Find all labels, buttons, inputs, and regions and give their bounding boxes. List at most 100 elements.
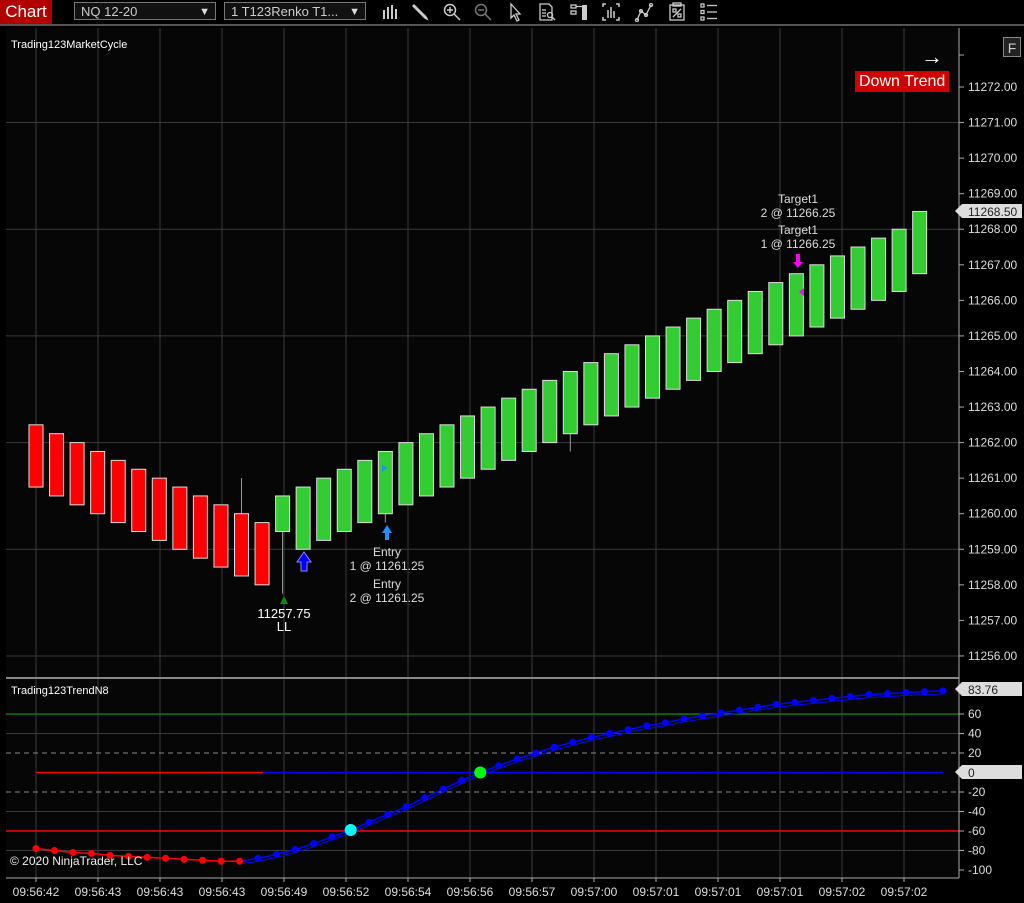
entry2-detail: 2 @ 11261.25 [350, 591, 425, 605]
indicator-label: -100 [968, 863, 992, 877]
down-bar [110, 459, 126, 524]
cross-dot-cyan [344, 824, 357, 837]
down-bar [28, 424, 44, 488]
indicator-dot [735, 706, 743, 714]
up-bar [809, 264, 825, 328]
up-bar [295, 486, 311, 550]
up-bar [316, 477, 332, 541]
price-label: 11271.00 [968, 116, 1017, 130]
down-bar [90, 450, 106, 515]
price-panel-title: Trading123MarketCycle [11, 39, 128, 51]
zoom-out-icon[interactable] [473, 2, 493, 22]
down-bar [131, 468, 147, 532]
price-label: 11267.00 [968, 258, 1017, 272]
down-bar [254, 522, 270, 586]
entry1-detail: 1 @ 11261.25 [350, 559, 425, 573]
indicator-dot [791, 698, 799, 706]
time-label: 09:56:52 [323, 885, 370, 899]
price-label: 11258.00 [968, 578, 1017, 592]
chart-tab[interactable]: Chart [0, 0, 52, 24]
price-label: 11259.00 [968, 542, 1017, 556]
up-bar [829, 255, 845, 319]
down-bar [69, 442, 85, 506]
pointer-icon[interactable] [506, 2, 526, 22]
zoom-in-icon[interactable] [442, 2, 462, 22]
indicator-dot [680, 715, 688, 723]
price-label: 11262.00 [968, 436, 1017, 450]
indicator-dot [384, 810, 392, 818]
up-bar [768, 282, 784, 346]
down-bar [151, 477, 167, 541]
down-bar [234, 513, 249, 577]
time-label: 09:57:01 [633, 885, 680, 899]
pencil-icon[interactable] [410, 2, 430, 22]
ll-label: LL [277, 619, 291, 634]
indicator-dot [291, 846, 299, 854]
bar-type-icon[interactable] [380, 2, 400, 22]
up-bar [624, 344, 640, 408]
indicator-dot [569, 738, 577, 746]
price-label: 11264.00 [968, 364, 1017, 378]
indicator-dot [143, 853, 151, 861]
up-bar [398, 442, 414, 506]
indicator-dot [421, 794, 429, 802]
indicator-dot [236, 857, 244, 865]
indicator-dot [532, 749, 540, 757]
indicator-dot [513, 755, 521, 763]
price-label: 11268.00 [968, 222, 1017, 236]
indicator-dot [606, 730, 614, 737]
up-bar [850, 246, 866, 310]
interval-selector[interactable]: 1 T123Renko T1... ▼ [224, 2, 366, 20]
indicator-dot [199, 856, 207, 864]
interval-value: 1 T123Renko T1... [231, 4, 339, 19]
time-label: 09:56:43 [137, 885, 184, 899]
last-price-value: 11268.50 [968, 205, 1017, 219]
up-bar [871, 237, 887, 301]
up-bar [418, 433, 434, 497]
price-label: 11256.00 [968, 649, 1017, 663]
price-label: 11266.00 [968, 293, 1017, 307]
f-button[interactable]: F [1003, 37, 1021, 57]
down-bar [172, 486, 188, 550]
target1-label: Target1 [778, 223, 818, 237]
up-bar [357, 459, 373, 524]
price-label: 11272.00 [968, 80, 1017, 94]
indicator-dot [365, 818, 373, 826]
time-label: 09:56:42 [13, 885, 60, 899]
up-bar [583, 362, 599, 426]
chevron-down-icon: ▼ [199, 6, 210, 18]
properties-icon[interactable] [569, 2, 589, 22]
time-label: 09:57:01 [757, 885, 804, 899]
target2-label: Target1 [778, 192, 818, 206]
indicator-dot [217, 857, 225, 865]
price-label: 11261.00 [968, 471, 1017, 485]
indicator-list-icon[interactable] [699, 2, 719, 22]
strategy-icon[interactable] [634, 2, 654, 23]
price-label: 11257.00 [968, 613, 1017, 627]
up-bar [275, 495, 291, 533]
time-label: 09:57:02 [819, 885, 866, 899]
target1-detail: 1 @ 11266.25 [761, 237, 836, 251]
down-bar [49, 433, 65, 497]
indicator-label: -20 [968, 785, 986, 799]
up-bar [912, 210, 928, 275]
chart-style-icon[interactable] [601, 2, 621, 22]
indicator-label: 20 [968, 746, 982, 760]
template-icon[interactable] [667, 2, 687, 22]
indicator-dot [328, 833, 336, 841]
time-label: 09:56:49 [261, 885, 308, 899]
indicator-label: 40 [968, 727, 982, 741]
indicator-dot [254, 854, 262, 862]
indicator-panel-title: Trading123TrendN8 [11, 685, 109, 697]
up-bar [788, 273, 804, 337]
indicator-dot [772, 700, 780, 708]
indicator-label: -80 [968, 844, 986, 858]
trend-badge: Down Trend [855, 71, 950, 92]
indicator-dot [809, 696, 817, 704]
entry1-label: Entry [373, 545, 401, 559]
up-bar [645, 335, 660, 399]
chart-canvas[interactable]: 09:56:42 09:56:43 09:56:43 09:56:43 09:56:49… [0, 26, 1024, 903]
instrument-selector[interactable]: NQ 12-20 ▼ [74, 2, 216, 20]
indicator-dot [180, 855, 188, 863]
data-box-icon[interactable] [537, 2, 557, 22]
